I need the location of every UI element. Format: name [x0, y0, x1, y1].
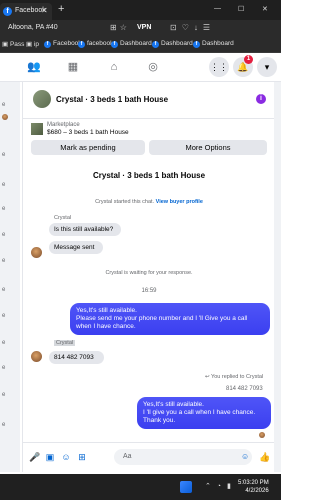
- replied-notice: ↩ You replied to Crystal: [205, 374, 264, 380]
- system-tray-icons[interactable]: ⌃ ◔ ▮: [205, 482, 233, 490]
- list-item-marker: e: [2, 392, 6, 398]
- listing-price[interactable]: $680 – 3 beds 1 bath House: [47, 129, 129, 136]
- listing-thumbnail[interactable]: [31, 123, 43, 135]
- mark-as-pending-button[interactable]: Mark as pending: [31, 140, 145, 155]
- app-icon[interactable]: [180, 481, 192, 493]
- list-item-marker: e: [2, 340, 6, 346]
- microphone-icon[interactable]: 🎤: [29, 452, 40, 462]
- sticker-icon[interactable]: ☺: [61, 452, 71, 462]
- chevron-down-icon[interactable]: ▾: [257, 57, 277, 77]
- gif-icon[interactable]: ⊞: [77, 452, 87, 462]
- waiting-notice: Crystal is waiting for your response.: [105, 270, 193, 276]
- close-tab-icon[interactable]: ✕: [41, 6, 48, 15]
- info-icon[interactable]: i: [256, 94, 266, 104]
- facebook-icon: f: [3, 7, 12, 16]
- facebook-icon: f: [44, 41, 51, 48]
- extension-icons[interactable]: ⊞☆: [110, 23, 130, 32]
- listing-card: Marketplace $680 – 3 beds 1 bath House M…: [23, 118, 275, 165]
- quoted-reply: 814 482 7093: [226, 386, 263, 392]
- list-item-marker: e: [2, 182, 6, 188]
- chat-panel: Crystal · 3 beds 1 bath House i Marketpl…: [22, 82, 275, 472]
- maximize-icon[interactable]: ☐: [238, 5, 244, 13]
- chat-header: Crystal · 3 beds 1 bath House i: [23, 82, 275, 119]
- message-composer: 🎤 ▣ ☺ ⊞ Aa ☺ 👍: [23, 442, 275, 473]
- notification-badge: 1: [244, 55, 253, 64]
- bookmark-pass[interactable]: ▣ Pass: [2, 40, 24, 48]
- sender-label-tag: Crystal: [54, 340, 76, 346]
- message-input-placeholder: Aa: [123, 453, 132, 460]
- conversation-title: Crystal · 3 beds 1 bath House: [92, 171, 206, 180]
- facebook-top-nav: 👥 ▦ ⌂ ◎ ⋮⋮ 🔔 1 ▾: [0, 53, 281, 82]
- message-bubble-out[interactable]: Yes,It's still available. Please send me…: [70, 303, 270, 335]
- bookmark-dashboard-2[interactable]: f Dashboard: [152, 40, 193, 48]
- conversation-list-strip[interactable]: e e e e e e e e e e e e: [0, 82, 20, 472]
- message-input[interactable]: Aa ☺: [114, 449, 252, 465]
- list-item-marker: e: [2, 102, 6, 108]
- chat-started-notice: Crystal started this chat. View buyer pr…: [95, 199, 203, 205]
- time-separator: 16:59: [141, 288, 157, 294]
- read-receipt-avatar: [259, 432, 265, 438]
- new-tab-button[interactable]: +: [58, 3, 64, 15]
- avatar-circle-icon[interactable]: ◎: [146, 60, 160, 74]
- windows-taskbar: ⌃ ◔ ▮ 5:03:20 PM 4/2/2026: [0, 474, 281, 500]
- avatar: [2, 114, 8, 120]
- bookmark-dashboard-3[interactable]: f Dashboard: [193, 40, 234, 48]
- message-bubble-in[interactable]: Is this still available?: [49, 223, 121, 236]
- facebook-icon: f: [193, 41, 200, 48]
- more-options-button[interactable]: More Options: [149, 140, 267, 155]
- list-item-marker: e: [2, 365, 6, 371]
- browser-tab-strip: f Facebook ✕ + — ☐ ✕: [0, 0, 281, 20]
- message-bubble-in[interactable]: 814 482 7093: [49, 351, 104, 364]
- bookmarks-bar: ▣ Pass ▣ ip f Facebook f facebook f Dashboa…: [0, 38, 281, 53]
- bookmark-facebook-1[interactable]: f Facebook: [44, 40, 82, 48]
- sender-name: Crystal: [54, 215, 72, 221]
- shop-icon[interactable]: ⌂: [107, 60, 121, 74]
- list-item-marker: e: [2, 258, 6, 264]
- list-item-marker: e: [2, 422, 6, 428]
- people-icon[interactable]: 👥: [27, 60, 41, 74]
- chat-header-title[interactable]: Crystal · 3 beds 1 bath House: [56, 95, 168, 104]
- clock-date: 4/2/2026: [245, 488, 269, 494]
- view-buyer-profile-link[interactable]: View buyer profile: [156, 199, 203, 205]
- browser-tab[interactable]: f Facebook ✕: [0, 3, 52, 20]
- bookmark-dashboard-1[interactable]: f Dashboard: [111, 40, 152, 48]
- clock[interactable]: 5:03:20 PM 4/2/2026: [238, 479, 269, 495]
- scrollbar[interactable]: [274, 82, 281, 472]
- close-window-icon[interactable]: ✕: [262, 5, 268, 13]
- message-bubble-out[interactable]: Yes,It's still available. I 'll give you…: [137, 397, 271, 429]
- minimize-icon[interactable]: —: [214, 5, 221, 12]
- vpn-badge[interactable]: VPN: [137, 24, 151, 31]
- listing-category: Marketplace: [47, 122, 80, 128]
- listing-avatar[interactable]: [33, 90, 51, 108]
- list-item-marker: e: [2, 232, 6, 238]
- emoji-icon[interactable]: ☺: [241, 452, 249, 461]
- bookmark-facebook-2[interactable]: f facebook: [78, 40, 113, 48]
- address-text[interactable]: Altoona, PA #40: [8, 24, 58, 31]
- list-item-marker: e: [2, 206, 6, 212]
- calendar-icon[interactable]: ▦: [66, 60, 80, 74]
- message-thread: Crystal · 3 beds 1 bath House Crystal st…: [23, 164, 275, 442]
- address-bar[interactable]: Altoona, PA #40 ⊞☆ VPN ⊡♡↓☰: [0, 20, 281, 38]
- list-item-marker: e: [2, 152, 6, 158]
- browser-toolbar-icons[interactable]: ⊡♡↓☰: [170, 23, 215, 32]
- grid-menu-icon[interactable]: ⋮⋮: [209, 57, 229, 77]
- avatar[interactable]: [31, 247, 42, 258]
- list-item-marker: e: [2, 313, 6, 319]
- image-icon[interactable]: ▣: [45, 452, 55, 462]
- message-bubble-in[interactable]: Message sent: [49, 241, 103, 254]
- bookmark-ip[interactable]: ▣ ip: [26, 40, 39, 48]
- like-icon[interactable]: 👍: [259, 452, 270, 462]
- clock-time: 5:03:20 PM: [238, 480, 269, 486]
- list-item-marker: e: [2, 287, 6, 293]
- avatar[interactable]: [31, 351, 42, 362]
- facebook-icon: f: [152, 41, 159, 48]
- facebook-icon: f: [78, 41, 85, 48]
- facebook-icon: f: [111, 41, 118, 48]
